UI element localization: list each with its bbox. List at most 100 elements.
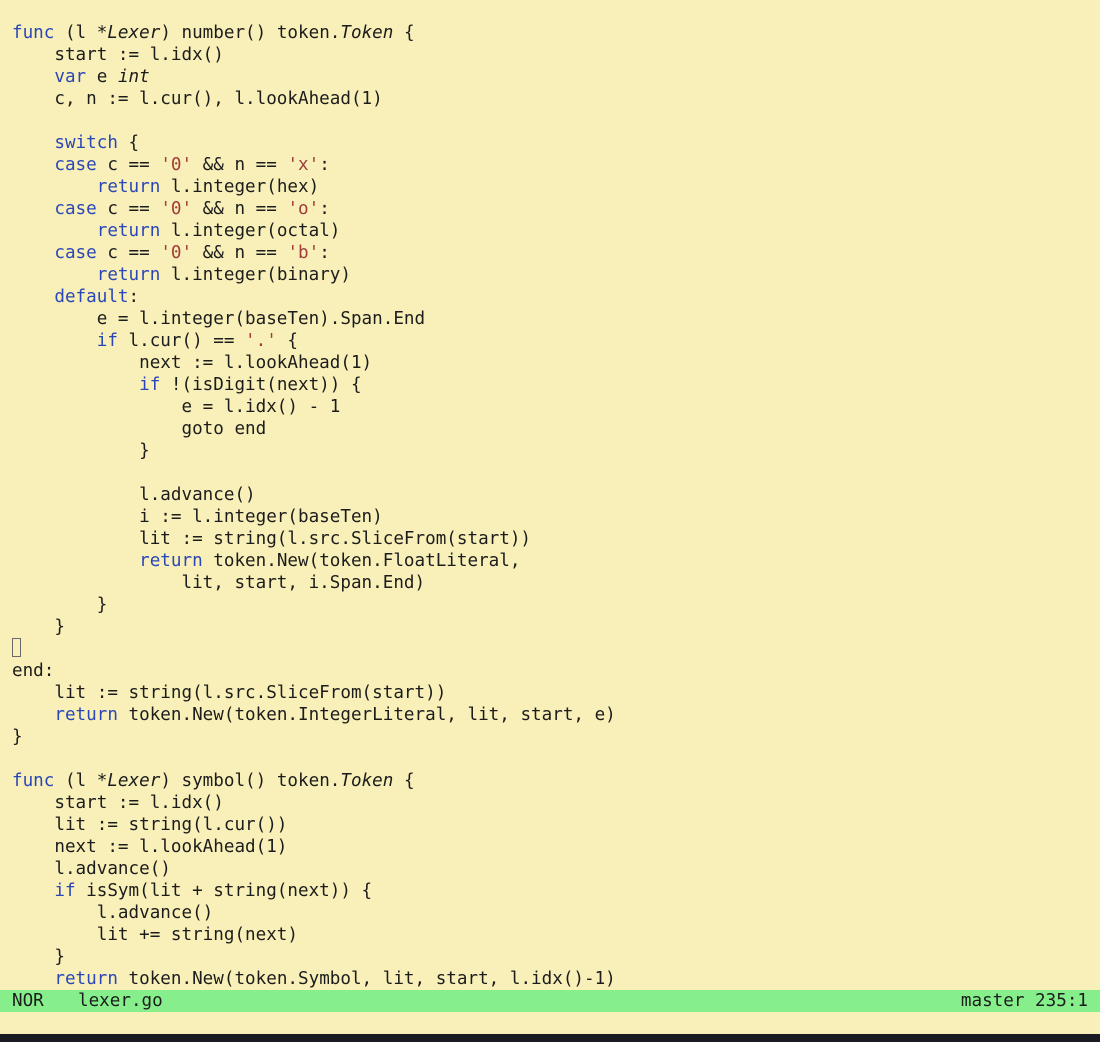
editor-pane[interactable]: func (l *Lexer) number() token.Token { s… [0, 0, 1100, 990]
code-token: !(isDigit(next)) { [160, 375, 362, 395]
code-line[interactable]: e = l.integer(baseTen).Span.End [12, 308, 616, 330]
file-name: lexer.go [78, 991, 163, 1011]
code-line[interactable]: next := l.lookAhead(1) [12, 352, 616, 374]
type-token: Lexer [107, 23, 161, 43]
command-line[interactable] [0, 1012, 1100, 1034]
code-token: l.advance() [12, 859, 171, 879]
code-token: { [276, 331, 299, 351]
code-line[interactable]: return token.New(token.Symbol, lit, star… [12, 968, 615, 990]
code-line[interactable] [12, 748, 616, 770]
code-line[interactable]: if l.cur() == '.' { [12, 330, 616, 352]
code-line[interactable]: func (l *Lexer) symbol() token.Token { [12, 770, 616, 792]
code-line[interactable]: start := l.idx() [12, 44, 616, 66]
code-line[interactable]: func (l *Lexer) number() token.Token { [12, 22, 616, 44]
keyword-token: if [139, 375, 161, 395]
keyword-token: switch [54, 133, 118, 153]
code-token: l.advance() [12, 485, 256, 505]
code-token: c == [96, 199, 161, 219]
code-line[interactable]: l.advance() [12, 484, 616, 506]
code-token: end: [12, 661, 55, 681]
keyword-token: return [54, 705, 118, 725]
code-token: l.advance() [12, 903, 214, 923]
type-token: int [117, 67, 150, 87]
code-line[interactable]: } [12, 726, 616, 748]
code-line[interactable]: l.advance() [12, 902, 616, 924]
code-line[interactable]: goto end [12, 418, 616, 440]
code-token: lit, start, i.Span.End) [12, 573, 426, 593]
mode-indicator: NOR [12, 991, 44, 1011]
code-line[interactable] [12, 110, 616, 132]
code-view[interactable]: func (l *Lexer) number() token.Token { s… [12, 22, 616, 990]
code-line[interactable]: case c == '0' && n == 'b': [12, 242, 616, 264]
code-token: (l * [54, 771, 108, 791]
code-token: } [12, 617, 65, 637]
code-line[interactable]: switch { [12, 132, 616, 154]
keyword-token: return [96, 221, 161, 241]
code-line[interactable]: return l.integer(hex) [12, 176, 616, 198]
code-line[interactable]: lit += string(next) [12, 924, 616, 946]
code-line[interactable]: lit := string(l.cur()) [12, 814, 616, 836]
type-token: Token [340, 771, 394, 791]
status-line: NOR lexer.go master 235:1 [0, 990, 1100, 1012]
code-token: l.integer(octal) [160, 221, 341, 241]
code-line[interactable]: var e int [12, 66, 616, 88]
code-token: ) number() token. [160, 23, 341, 43]
code-token: next := l.lookAhead(1) [12, 837, 288, 857]
keyword-token: return [139, 551, 203, 571]
code-line[interactable] [12, 638, 616, 660]
code-line[interactable]: return l.integer(octal) [12, 220, 616, 242]
code-token: } [12, 727, 23, 747]
keyword-token: if [96, 331, 118, 351]
code-line[interactable]: i := l.integer(baseTen) [12, 506, 616, 528]
code-line[interactable]: c, n := l.cur(), l.lookAhead(1) [12, 88, 616, 110]
keyword-token: return [96, 177, 161, 197]
code-token: e = l.integer(baseTen).Span.End [12, 309, 426, 329]
code-token: i := l.integer(baseTen) [12, 507, 383, 527]
code-line[interactable]: if isSym(lit + string(next)) { [12, 880, 616, 902]
string-token: '.' [245, 331, 277, 351]
code-line[interactable]: if !(isDigit(next)) { [12, 374, 616, 396]
code-line[interactable]: lit, start, i.Span.End) [12, 572, 616, 594]
code-line[interactable]: next := l.lookAhead(1) [12, 836, 616, 858]
code-token: token.New(token.FloatLiteral, [202, 551, 521, 571]
code-line[interactable]: end: [12, 660, 616, 682]
code-line[interactable]: l.advance() [12, 858, 616, 880]
code-line[interactable]: } [12, 616, 616, 638]
code-token: lit += string(next) [12, 925, 298, 945]
code-line[interactable]: e = l.idx() - 1 [12, 396, 616, 418]
code-line[interactable]: default: [12, 286, 616, 308]
code-line[interactable] [12, 462, 616, 484]
code-line[interactable]: lit := string(l.src.SliceFrom(start)) [12, 528, 616, 550]
keyword-token: return [54, 969, 118, 989]
code-token: goto end [12, 419, 267, 439]
code-line[interactable]: lit := string(l.src.SliceFrom(start)) [12, 682, 616, 704]
code-line[interactable]: } [12, 946, 616, 968]
keyword-token: return [96, 265, 161, 285]
code-line[interactable]: case c == '0' && n == 'x': [12, 154, 616, 176]
code-line[interactable]: return l.integer(binary) [12, 264, 616, 286]
code-token: isSym(lit + string(next)) { [75, 881, 373, 901]
code-line[interactable]: } [12, 440, 616, 462]
code-token: start := l.idx() [12, 793, 224, 813]
code-token: token.New(token.IntegerLiteral, lit, sta… [117, 705, 616, 725]
code-line[interactable]: return token.New(token.IntegerLiteral, l… [12, 704, 616, 726]
code-token: lit := string(l.cur()) [12, 815, 288, 835]
code-line[interactable]: case c == '0' && n == 'o': [12, 198, 616, 220]
code-line[interactable]: start := l.idx() [12, 792, 616, 814]
code-token: lit := string(l.src.SliceFrom(start)) [12, 683, 447, 703]
code-line[interactable]: return token.New(token.FloatLiteral, [12, 550, 616, 572]
type-token: Token [340, 23, 394, 43]
branch-and-cursor-position: master 235:1 [960, 991, 1088, 1011]
code-line[interactable]: } [12, 594, 616, 616]
code-token: lit := string(l.src.SliceFrom(start)) [12, 529, 532, 549]
code-token: : [128, 287, 140, 307]
keyword-token: func [12, 771, 55, 791]
